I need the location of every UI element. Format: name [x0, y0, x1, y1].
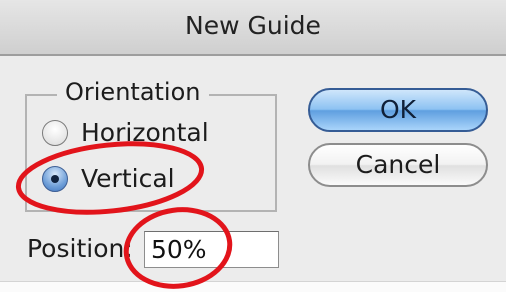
cancel-button[interactable]: Cancel — [308, 143, 488, 187]
radio-selected-dot — [51, 175, 59, 183]
horizontal-radio-button[interactable] — [42, 120, 68, 146]
vertical-radio-button[interactable] — [42, 166, 68, 192]
dialog-title: New Guide — [185, 11, 321, 40]
orientation-group-label: Orientation — [57, 77, 209, 107]
position-input[interactable] — [144, 231, 279, 268]
position-label: Position: — [27, 234, 133, 263]
horizontal-radio-label[interactable]: Horizontal — [81, 116, 209, 150]
dialog-bottom-edge — [0, 281, 506, 292]
title-bar[interactable]: New Guide — [0, 0, 506, 56]
vertical-radio-label[interactable]: Vertical — [81, 162, 175, 196]
ok-button[interactable]: OK — [308, 88, 488, 132]
new-guide-dialog: New Guide Orientation Horizontal Vertica… — [0, 0, 506, 292]
